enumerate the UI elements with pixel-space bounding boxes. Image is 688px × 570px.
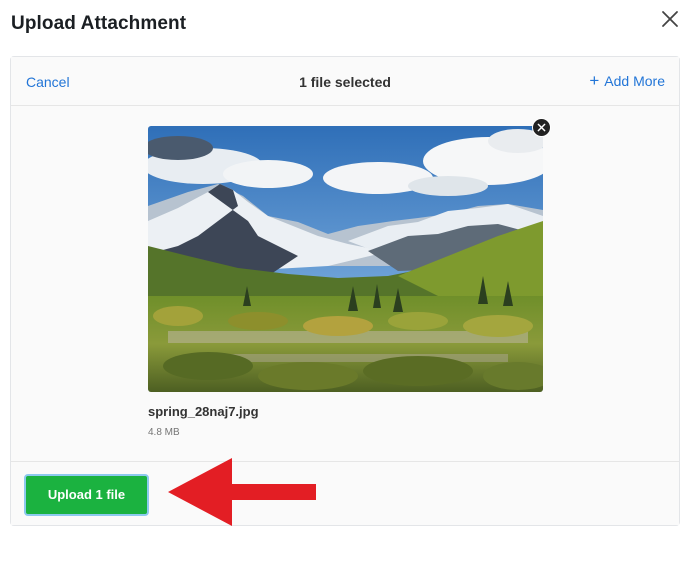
- file-size: 4.8 MB: [148, 427, 180, 438]
- upload-button[interactable]: Upload 1 file: [24, 474, 149, 516]
- dashboard-footer: Upload 1 file: [11, 461, 679, 525]
- close-icon[interactable]: [660, 9, 680, 29]
- plus-icon: +: [589, 71, 600, 90]
- file-preview-image: [148, 126, 543, 392]
- dashboard-topbar: Cancel 1 file selected + Add More: [11, 57, 679, 106]
- add-more-label: Add More: [604, 73, 665, 89]
- annotation-arrow-icon: [168, 458, 316, 526]
- upload-dashboard: Cancel 1 file selected + Add More spring…: [10, 56, 680, 526]
- remove-file-icon[interactable]: [532, 118, 551, 137]
- files-selected-status: 1 file selected: [299, 74, 391, 90]
- dialog-title: Upload Attachment: [11, 13, 187, 34]
- add-more-button[interactable]: + Add More: [589, 71, 665, 90]
- file-list: spring_28naj7.jpg 4.8 MB: [11, 107, 679, 461]
- file-name: spring_28naj7.jpg: [148, 404, 259, 419]
